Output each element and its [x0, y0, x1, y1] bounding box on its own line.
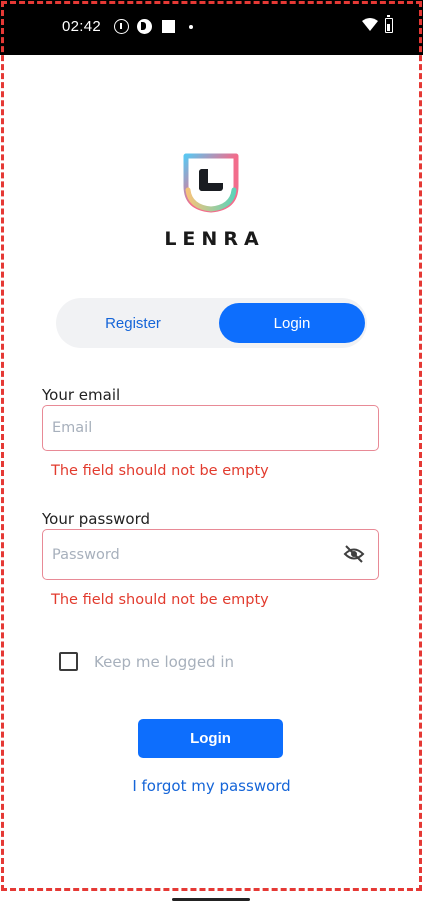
tab-register[interactable]: Register: [60, 303, 206, 343]
password-field-box: [42, 529, 379, 580]
p-icon: [137, 19, 152, 34]
login-screen: 02:42 LENRA Register Login Your email Em…: [0, 0, 423, 905]
email-label: Your email: [42, 386, 121, 404]
email-error: The field should not be empty: [51, 463, 269, 479]
password-error: The field should not be empty: [51, 592, 269, 608]
email-field[interactable]: [52, 406, 332, 450]
square-icon: [162, 20, 175, 33]
eye-off-icon[interactable]: [343, 543, 365, 565]
email-field-box: [42, 405, 379, 451]
keep-logged-in-checkbox[interactable]: [59, 652, 78, 671]
password-field[interactable]: [52, 530, 332, 579]
auth-mode-toggle: Register Login: [56, 298, 367, 348]
home-handle[interactable]: [172, 898, 250, 901]
lenra-logo: [183, 153, 239, 213]
password-label: Your password: [42, 510, 151, 528]
tab-login[interactable]: Login: [219, 303, 365, 343]
wifi-icon: [362, 18, 378, 37]
login-button[interactable]: Login: [138, 719, 283, 758]
status-time: 02:42: [62, 18, 102, 35]
keep-logged-in-label: Keep me logged in: [94, 653, 235, 671]
info-icon: [114, 19, 129, 34]
brand-name: LENRA: [164, 228, 265, 250]
status-bar: 02:42: [0, 0, 423, 55]
battery-charging-icon: [385, 15, 393, 33]
dot-icon: [189, 25, 193, 29]
forgot-password-link[interactable]: I forgot my password: [0, 777, 423, 795]
